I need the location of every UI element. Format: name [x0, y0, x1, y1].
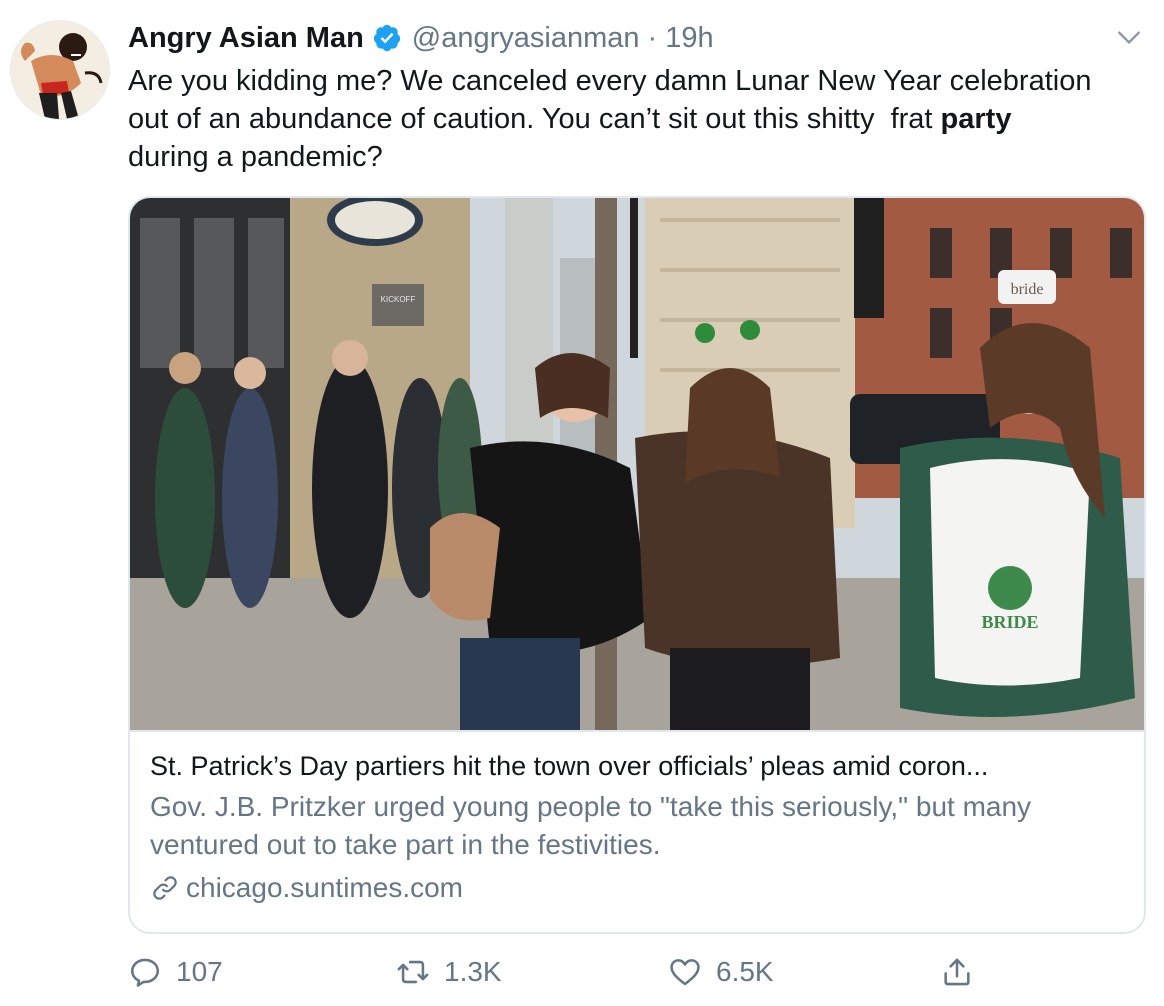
separator: ·	[647, 21, 658, 54]
like-button[interactable]: 6.5K	[668, 950, 774, 994]
chevron-down-icon[interactable]	[1116, 24, 1142, 50]
card-description: Gov. J.B. Pritzker urged young people to…	[150, 791, 1032, 860]
share-icon	[944, 958, 970, 986]
retweet-button[interactable]: 1.3K	[396, 950, 502, 994]
reply-icon	[130, 958, 160, 987]
tweet-actions: 107 1.3K 6.5K	[128, 950, 1128, 994]
tweet-text-line1: Are you kidding me? We canceled every da…	[128, 65, 1092, 97]
card-title[interactable]: St. Patrick’s Day partiers hit the town …	[150, 746, 1125, 786]
photo-shirt-text: BRIDE	[981, 612, 1038, 632]
link-icon	[153, 876, 177, 900]
verified-badge-icon	[373, 24, 400, 52]
like-count: 6.5K	[716, 956, 774, 987]
reply-count: 107	[176, 956, 223, 987]
heart-icon	[670, 959, 700, 986]
card-body[interactable]: St. Patrick’s Day partiers hit the town …	[150, 746, 1125, 908]
photo-tiara-text: bride	[1011, 281, 1044, 298]
card-domain-text[interactable]: chicago.suntimes.com	[186, 872, 463, 904]
handle[interactable]: @angryasianman	[412, 22, 640, 55]
timestamp[interactable]: 19h	[665, 22, 713, 55]
share-button[interactable]	[940, 950, 988, 994]
tweet-text: Are you kidding me? We canceled every da…	[128, 62, 1148, 176]
highlighted-word: party	[940, 103, 1012, 135]
link-card[interactable]: KICKOFF BRIDE bride St. Patrick’s Day pa…	[128, 196, 1146, 934]
retweet-icon	[397, 960, 429, 984]
avatar[interactable]	[10, 20, 110, 120]
tweet-text-line3: during a pandemic?	[128, 141, 383, 173]
retweet-count: 1.3K	[444, 956, 502, 987]
photo-sign-text: KICKOFF	[381, 295, 416, 304]
display-name[interactable]: Angry Asian Man	[128, 22, 364, 55]
reply-button[interactable]: 107	[128, 950, 223, 994]
tweet-header: Angry Asian Man @angryasianman · 19h	[128, 18, 714, 58]
tweet-text-line2: out of an abundance of caution. You can’…	[128, 103, 941, 135]
card-domain[interactable]: chicago.suntimes.com	[150, 868, 1125, 908]
card-photo[interactable]: KICKOFF BRIDE bride	[130, 198, 1144, 732]
